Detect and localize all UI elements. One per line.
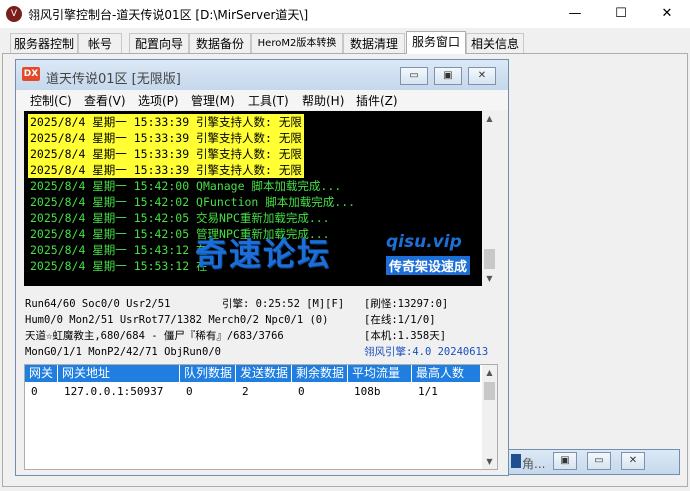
status-uptime: [本机:1.358天] [364, 330, 447, 342]
tab-data-cleanup[interactable]: 数据清理 [343, 33, 405, 53]
minimized-restore-button[interactable]: ▣ [553, 452, 577, 470]
dx-app-icon: DX [22, 67, 40, 81]
log-line: 2025/8/4 星期一 15:33:39 引擎支持人数: 无限 [28, 114, 304, 130]
column-header-max-users[interactable]: 最高人数 [412, 365, 481, 382]
close-button[interactable]: ✕ [644, 0, 690, 28]
inner-maximize-button[interactable]: ▣ [434, 67, 462, 85]
menu-view[interactable]: 查看(V) [84, 92, 126, 109]
scroll-up-icon[interactable]: ▲ [482, 365, 497, 380]
inner-close-button[interactable]: ✕ [468, 67, 496, 85]
log-line: 2025/8/4 星期一 15:53:12 在 [30, 259, 208, 273]
app-logo-icon: V [6, 6, 22, 22]
status-engine-time: 引擎: 0:25:52 [M][F] [222, 298, 345, 310]
cell-remaining: 0 [298, 385, 305, 398]
watermark-slogan: 传奇架设速成 [386, 256, 471, 275]
menu-tools[interactable]: 工具(T) [248, 92, 289, 109]
column-header-address[interactable]: 网关地址 [58, 365, 180, 382]
watermark-logo: 奇速论坛 [195, 235, 332, 273]
cell-queue: 0 [186, 385, 193, 398]
column-header-avg-traffic[interactable]: 平均流量 [348, 365, 412, 382]
cell-gateway: 0 [31, 385, 38, 398]
menu-help[interactable]: 帮助(H) [302, 92, 344, 109]
log-line: 2025/8/4 星期一 15:33:39 引擎支持人数: 无限 [28, 146, 304, 162]
table-scroll-thumb[interactable] [484, 382, 495, 400]
column-header-gateway[interactable]: 网关 [25, 365, 58, 382]
menu-control[interactable]: 控制(C) [30, 92, 72, 109]
minimized-window-title: 角... [522, 457, 546, 471]
cell-avg-traffic: 108b [354, 385, 381, 398]
maximize-button[interactable]: ☐ [598, 0, 644, 28]
tab-service-window[interactable]: 服务窗口 [406, 31, 466, 54]
tab-account[interactable]: 帐号 [78, 33, 122, 53]
minimize-button[interactable]: — [552, 0, 598, 28]
status-boss: 天道☆虹魔教主,680/684 - 僵尸『稀有』/683/3766 [25, 330, 284, 342]
status-mon: MonG0/1/1 MonP2/42/71 ObjRun0/0 [25, 346, 221, 358]
tab-herom2-convert[interactable]: HeroM2版本转换 [251, 33, 343, 53]
log-line: 2025/8/4 星期一 15:43:12 在 [30, 243, 208, 257]
tab-config-wizard[interactable]: 配置向导 [129, 33, 189, 53]
log-scroll-thumb[interactable] [484, 249, 495, 269]
window-title: 翎风引擎控制台-道天传说01区 [D:\MirServer道天\] [28, 8, 309, 22]
status-online: [在线:1/1/0] [364, 314, 436, 326]
cell-sent: 2 [242, 385, 249, 398]
scroll-down-icon[interactable]: ▼ [482, 271, 497, 286]
column-header-remaining[interactable]: 剩余数据 [292, 365, 348, 382]
service-window-title: 道天传说01区 [无限版] [46, 72, 181, 87]
menu-plugins[interactable]: 插件(Z) [356, 92, 398, 109]
log-scrollbar[interactable]: ▲ ▼ [482, 111, 498, 286]
tab-data-backup[interactable]: 数据备份 [189, 33, 251, 53]
engine-version: 翎风引擎:4.0 20240613 [364, 346, 489, 358]
log-line: 2025/8/4 星期一 15:33:39 引擎支持人数: 无限 [28, 162, 304, 178]
cell-address: 127.0.0.1:50937 [64, 385, 164, 398]
cell-max-users: 1/1 [418, 385, 438, 398]
table-scrollbar[interactable]: ▲ ▼ [482, 365, 497, 469]
menu-options[interactable]: 选项(P) [138, 92, 179, 109]
status-run: Run64/60 Soc0/0 Usr2/51 [25, 298, 171, 310]
inner-minimize-button[interactable]: ▭ [400, 67, 428, 85]
minimized-window-icon [511, 454, 521, 468]
log-line: 2025/8/4 星期一 15:33:39 引擎支持人数: 无限 [28, 130, 304, 146]
tab-server-control[interactable]: 服务器控制 [10, 33, 78, 53]
status-monster-refresh: [刷怪:13297:0] [364, 298, 449, 310]
scroll-down-icon[interactable]: ▼ [482, 454, 497, 469]
column-header-queue[interactable]: 队列数据 [180, 365, 236, 382]
log-line: 2025/8/4 星期一 15:42:00 QManage 脚本加载完成... [30, 179, 342, 193]
column-header-sent[interactable]: 发送数据 [236, 365, 292, 382]
watermark-url: qisu.vip [386, 232, 462, 252]
minimized-close-button[interactable]: ✕ [621, 452, 645, 470]
minimized-max-button[interactable]: ▭ [587, 452, 611, 470]
status-hum: Hum0/0 Mon2/51 UsrRot77/1382 Merch0/2 Np… [25, 314, 329, 326]
menu-manage[interactable]: 管理(M) [191, 92, 235, 109]
log-line: 2025/8/4 星期一 15:42:05 交易NPC重新加载完成... [30, 211, 330, 225]
tab-related-info[interactable]: 相关信息 [466, 33, 524, 53]
scroll-up-icon[interactable]: ▲ [482, 111, 497, 126]
log-line: 2025/8/4 星期一 15:42:02 QFunction 脚本加载完成..… [30, 195, 356, 209]
